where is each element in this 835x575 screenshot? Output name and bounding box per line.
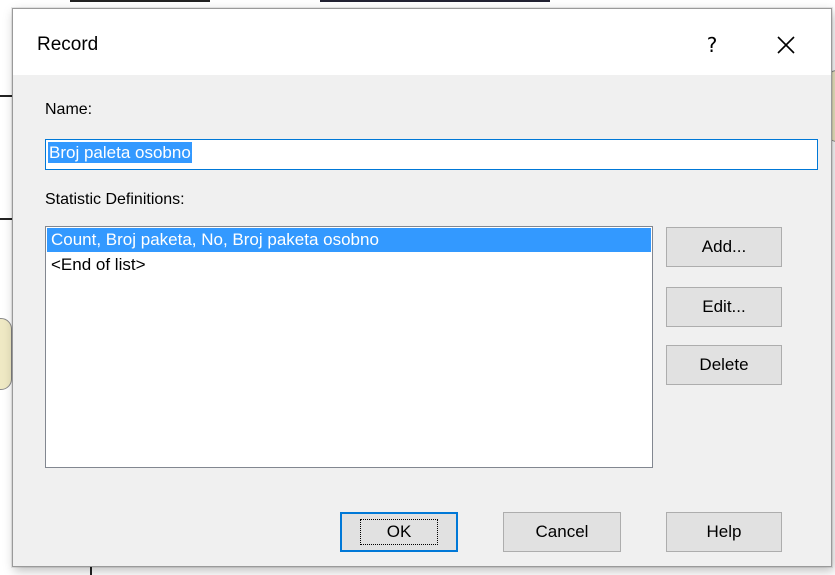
edit-button[interactable]: Edit... bbox=[666, 287, 782, 327]
list-item[interactable]: <End of list> bbox=[47, 253, 651, 277]
delete-button[interactable]: Delete bbox=[666, 345, 782, 385]
statistic-definitions-list[interactable]: Count, Broj paketa, No, Broj paketa osob… bbox=[45, 226, 653, 468]
name-input-value: Broj paleta osobno bbox=[48, 142, 192, 163]
add-button[interactable]: Add... bbox=[666, 227, 782, 267]
cancel-button[interactable]: Cancel bbox=[503, 512, 621, 552]
name-input[interactable]: Broj paleta osobno bbox=[45, 139, 818, 170]
canvas-line bbox=[320, 0, 550, 2]
close-icon[interactable] bbox=[763, 25, 809, 65]
statistic-definitions-label: Statistic Definitions: bbox=[45, 191, 185, 208]
name-label: Name: bbox=[45, 101, 93, 118]
record-dialog: Record ? Name: Broj paleta osobno Statis… bbox=[12, 8, 832, 567]
list-item[interactable]: Count, Broj paketa, No, Broj paketa osob… bbox=[47, 228, 651, 252]
ok-button[interactable]: OK bbox=[340, 512, 458, 552]
title-bar: Record ? bbox=[13, 9, 831, 75]
ok-button-label: OK bbox=[359, 519, 439, 545]
help-button[interactable]: Help bbox=[666, 512, 782, 552]
canvas-line bbox=[0, 95, 12, 97]
canvas-node bbox=[0, 318, 12, 390]
dialog-title: Record bbox=[37, 34, 99, 55]
help-question-icon[interactable]: ? bbox=[689, 25, 735, 65]
canvas-line bbox=[70, 0, 210, 2]
canvas-line bbox=[0, 218, 12, 220]
